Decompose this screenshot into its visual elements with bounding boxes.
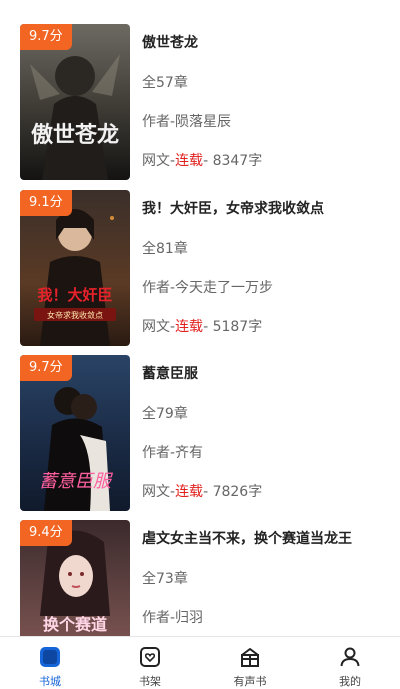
- bookshelf-icon: [140, 647, 160, 667]
- serial-status: 连载: [175, 484, 204, 500]
- word-count: - 5187字: [203, 319, 263, 335]
- score-badge: 9.1分: [20, 190, 72, 216]
- audiobook-icon: [241, 648, 259, 667]
- tab-label: 书城: [39, 675, 61, 688]
- cover-title-art: 换个赛道: [43, 615, 107, 634]
- chapter-count: 全73章: [142, 571, 188, 587]
- tab-bookstore[interactable]: 书城: [0, 637, 100, 689]
- book-stats: 网文-连载- 7826字: [142, 481, 262, 501]
- tab-label: 我的: [339, 675, 361, 688]
- tab-bookshelf[interactable]: 书架: [100, 637, 200, 689]
- word-count: - 7826字: [203, 484, 263, 500]
- book-stats: 网文-连载- 8347字: [142, 150, 262, 170]
- chapter-count: 全57章: [142, 75, 188, 91]
- bottom-tab-bar: 书城 书架 有声书 我的: [0, 636, 400, 689]
- score-badge: 9.7分: [20, 24, 72, 50]
- genre-label: 网文-: [142, 319, 176, 335]
- book-author: 作者-归羽: [142, 610, 204, 626]
- bookstore-icon: [40, 647, 60, 667]
- chapter-count: 全81章: [142, 241, 188, 257]
- book-item-xuyi-chenfu[interactable]: 蓄意臣服 9.7分 蓄意臣服 全79章 作者-齐有 网文-连载- 7826字: [20, 355, 390, 511]
- book-item-nuewen-nvzhu[interactable]: 换个赛道 9.4分 虐文女主当不来，换个赛道当龙王 全73章 作者-归羽: [20, 520, 390, 636]
- book-title[interactable]: 傲世苍龙: [142, 32, 198, 52]
- serial-status: 连载: [175, 319, 204, 335]
- book-list: 傲世苍龙 9.7分 傲世苍龙 全57章 作者-陨落星辰 网文-连载- 8347字: [0, 0, 400, 636]
- score-badge: 9.7分: [20, 355, 72, 381]
- cover-title-art: 我！大奸臣: [37, 286, 112, 304]
- book-title[interactable]: 蓄意臣服: [142, 363, 198, 383]
- book-title[interactable]: 我！大奸臣，女帝求我收敛点: [142, 198, 324, 218]
- book-author: 作者-陨落星辰: [142, 114, 232, 130]
- book-author: 作者-今天走了一万步: [142, 280, 274, 296]
- cover-subtitle-art: 女帝求我收敛点: [47, 310, 103, 320]
- score-badge: 9.4分: [20, 520, 72, 546]
- genre-label: 网文-: [142, 153, 176, 169]
- word-count: - 8347字: [203, 153, 263, 169]
- tab-profile[interactable]: 我的: [300, 637, 400, 689]
- serial-status: 连载: [175, 153, 204, 169]
- genre-label: 网文-: [142, 484, 176, 500]
- book-author: 作者-齐有: [142, 445, 204, 461]
- cover-title-art: 蓄意臣服: [39, 471, 114, 492]
- cover-title-art: 傲世苍龙: [31, 122, 119, 148]
- book-item-da-jianchen[interactable]: 我！大奸臣 女帝求我收敛点 9.1分 我！大奸臣，女帝求我收敛点 全81章 作者…: [20, 190, 390, 346]
- tab-label: 有声书: [233, 675, 267, 688]
- chapter-count: 全79章: [142, 406, 188, 422]
- tab-label: 书架: [139, 675, 161, 688]
- book-stats: 网文-连载- 5187字: [142, 316, 262, 336]
- book-item-aoshi-canglong[interactable]: 傲世苍龙 9.7分 傲世苍龙 全57章 作者-陨落星辰 网文-连载- 8347字: [20, 24, 390, 180]
- tab-audiobook[interactable]: 有声书: [200, 637, 300, 689]
- profile-icon: [340, 647, 360, 667]
- book-title[interactable]: 虐文女主当不来，换个赛道当龙王: [142, 528, 352, 548]
